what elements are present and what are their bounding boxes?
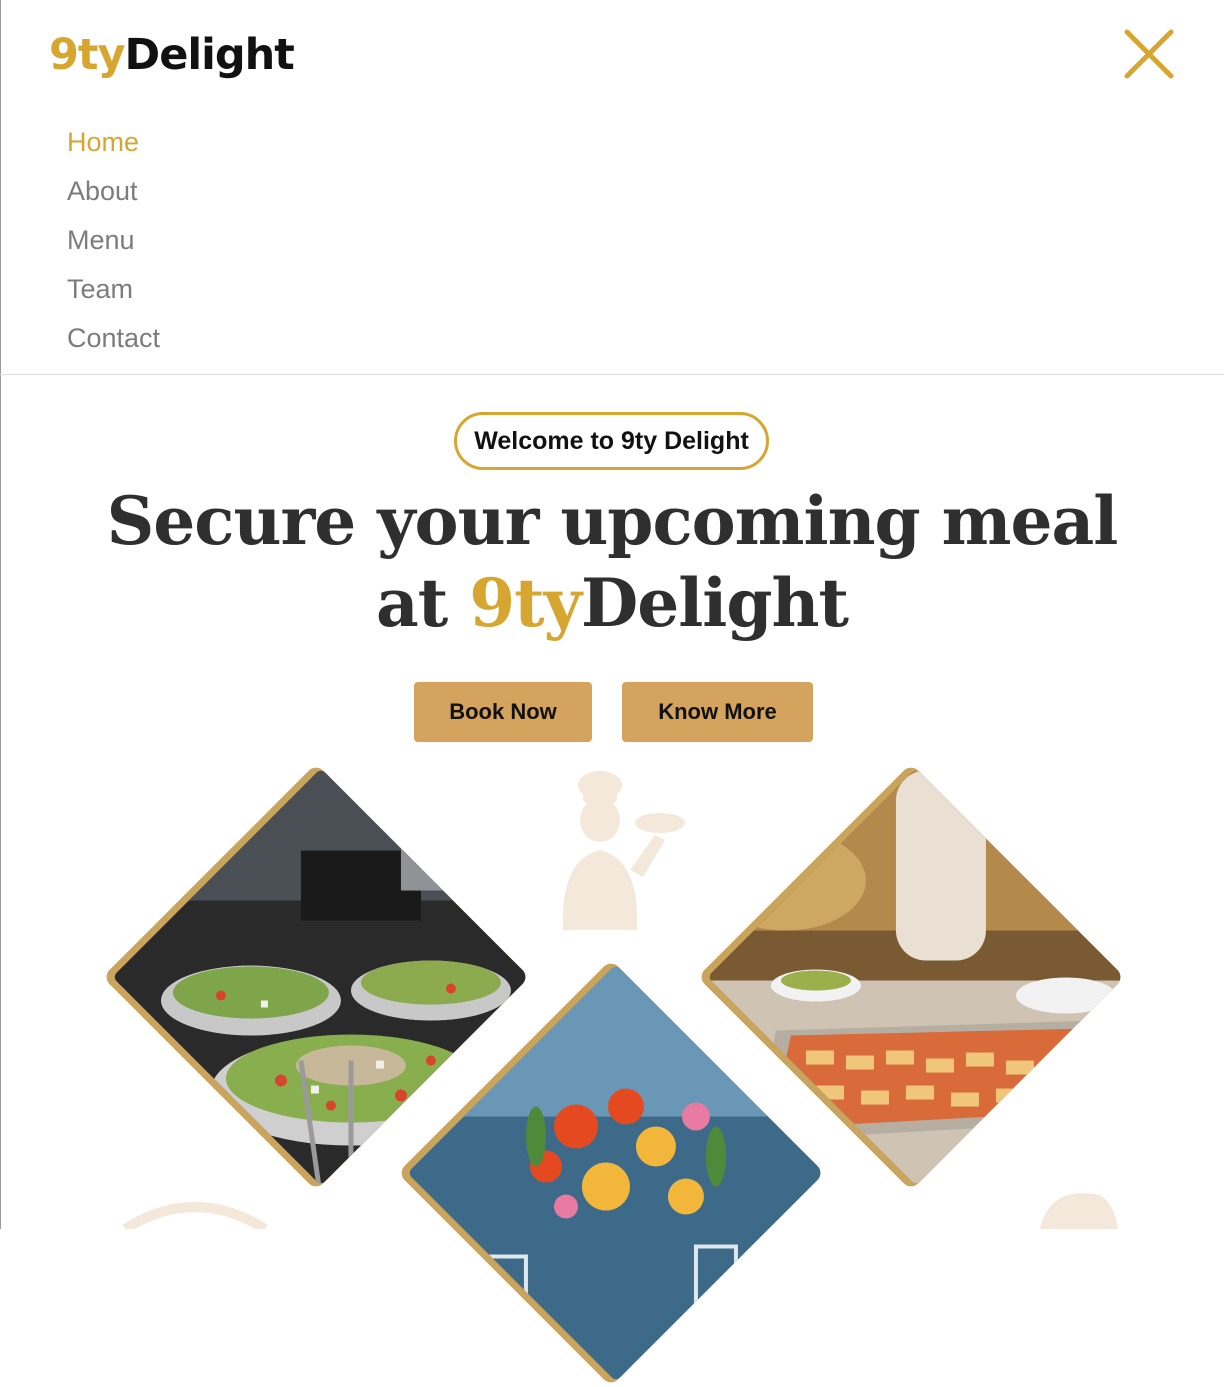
nav-item-menu[interactable]: Menu (67, 216, 160, 265)
main-nav: Home About Menu Team Contact (67, 118, 160, 363)
cloche-decoration-icon (1040, 1193, 1118, 1229)
hero-headline: Secure your upcoming meal at 9tyDelight (0, 480, 1224, 644)
plate-decoration-icon (122, 1202, 268, 1229)
headline-brand: Delight (581, 564, 849, 642)
headline-accent: 9ty (469, 564, 582, 642)
nav-item-contact[interactable]: Contact (67, 314, 160, 363)
logo-accent: 9ty (49, 30, 126, 80)
headline-line-1: Secure your upcoming meal (106, 482, 1119, 560)
headline-at: at (376, 564, 470, 642)
chef-illustration-icon (562, 771, 685, 930)
nav-item-team[interactable]: Team (67, 265, 160, 314)
know-more-button[interactable]: Know More (622, 682, 813, 742)
close-menu-button[interactable] (1122, 27, 1176, 81)
book-now-button[interactable]: Book Now (414, 682, 592, 742)
nav-item-about[interactable]: About (67, 167, 160, 216)
brand-logo[interactable]: 9tyDelight (49, 30, 295, 80)
close-icon (1124, 29, 1174, 79)
logo-text: Delight (124, 30, 295, 80)
nav-item-home[interactable]: Home (67, 118, 160, 167)
welcome-badge: Welcome to 9ty Delight (454, 412, 769, 470)
header-divider (0, 374, 1224, 375)
